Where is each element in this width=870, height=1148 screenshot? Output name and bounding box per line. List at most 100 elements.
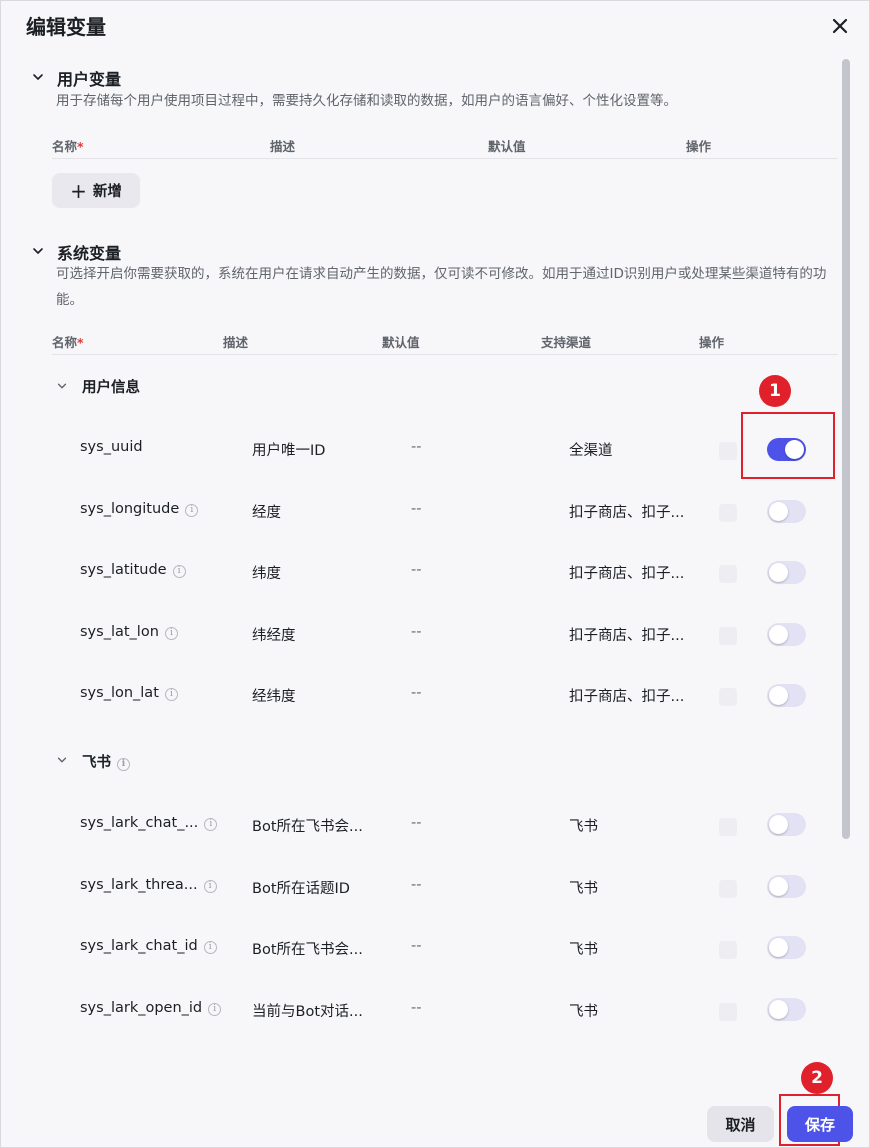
- divider: [52, 158, 838, 159]
- annotation-box-toggle: [741, 412, 835, 479]
- column-header-action: 操作: [686, 139, 712, 154]
- column-header-name: 名称*: [52, 335, 84, 350]
- enable-toggle-sys-lark-open-id[interactable]: [767, 998, 806, 1021]
- variable-channel: 扣子商店、扣子...: [569, 566, 685, 582]
- variable-default: --: [411, 439, 422, 455]
- user-variables-description: 用于存储每个用户使用项目过程中，需要持久化存储和读取的数据，如用户的语言偏好、个…: [56, 93, 677, 109]
- info-icon[interactable]: i: [204, 818, 218, 831]
- variable-name: sys_uuid: [80, 439, 143, 455]
- group-title-user-info: 用户信息: [82, 380, 140, 396]
- variable-desc: 用户唯一ID: [252, 443, 326, 459]
- chevron-down-icon[interactable]: [56, 380, 68, 392]
- toggle-knob: [769, 1000, 788, 1019]
- system-variables-description: 可选择开启你需要获取的，系统在用户在请求自动产生的数据，仅可读不可修改。如用于通…: [56, 266, 827, 308]
- info-icon[interactable]: i: [117, 758, 130, 771]
- dialog-title: 编辑变量: [26, 15, 106, 39]
- toggle-knob: [769, 877, 788, 896]
- edit-variables-dialog: 编辑变量 用户变量 用于存储每个用户使用项目过程中，需要持久化存储和读取的数据，…: [0, 0, 870, 1148]
- column-header-desc: 描述: [270, 139, 296, 154]
- variable-channel: 扣子商店、扣子...: [569, 505, 685, 521]
- variable-channel: 飞书: [569, 881, 598, 897]
- toggle-knob: [769, 625, 788, 644]
- row-checkbox[interactable]: [719, 818, 737, 836]
- annotation-badge-1: 1: [759, 375, 791, 407]
- variable-default: --: [411, 1000, 422, 1016]
- chevron-down-icon[interactable]: [31, 70, 45, 84]
- variable-default: --: [411, 501, 422, 517]
- variable-default: --: [411, 938, 422, 954]
- info-icon[interactable]: i: [203, 941, 217, 954]
- enable-toggle-sys-lark-chat[interactable]: [767, 813, 806, 836]
- variable-default: --: [411, 877, 422, 893]
- row-checkbox[interactable]: [719, 565, 737, 583]
- enable-toggle-sys-lark-thread[interactable]: [767, 875, 806, 898]
- toggle-knob: [769, 815, 788, 834]
- variable-desc: Bot所在飞书会...: [252, 942, 363, 958]
- enable-toggle-sys-longitude[interactable]: [767, 500, 806, 523]
- toggle-knob: [769, 502, 788, 521]
- variable-name: sys_lark_threa... i: [80, 877, 217, 893]
- group-title-lark: 飞书 i: [82, 751, 130, 772]
- variable-name: sys_lark_chat_id i: [80, 938, 217, 954]
- annotation-badge-2: 2: [801, 1062, 833, 1094]
- column-header-desc: 描述: [223, 335, 249, 350]
- variable-name: sys_longitude i: [80, 501, 199, 517]
- user-variables-title: 用户变量: [57, 70, 122, 89]
- variable-desc: 纬度: [252, 566, 281, 582]
- info-icon[interactable]: i: [185, 504, 199, 517]
- enable-toggle-sys-lat-lon[interactable]: [767, 623, 806, 646]
- variable-desc: 经度: [252, 505, 281, 521]
- row-checkbox[interactable]: [719, 627, 737, 645]
- dialog-body[interactable]: 用户变量 用于存储每个用户使用项目过程中，需要持久化存储和读取的数据，如用户的语…: [1, 55, 853, 1041]
- variable-name: sys_lark_open_id i: [80, 1000, 222, 1016]
- variable-default: --: [411, 815, 422, 831]
- info-icon[interactable]: i: [203, 880, 217, 893]
- enable-toggle-sys-lark-chat-id[interactable]: [767, 936, 806, 959]
- info-icon[interactable]: i: [208, 1003, 222, 1016]
- column-header-action: 操作: [699, 335, 725, 350]
- column-header-channel: 支持渠道: [541, 335, 592, 350]
- cancel-button[interactable]: 取消: [707, 1106, 774, 1142]
- variable-channel: 扣子商店、扣子...: [569, 689, 685, 705]
- variable-desc: Bot所在话题ID: [252, 881, 350, 897]
- variable-channel: 全渠道: [569, 443, 613, 459]
- enable-toggle-sys-lon-lat[interactable]: [767, 684, 806, 707]
- info-icon[interactable]: i: [172, 565, 186, 578]
- variable-desc: Bot所在飞书会...: [252, 819, 363, 835]
- row-checkbox[interactable]: [719, 442, 737, 460]
- row-checkbox[interactable]: [719, 880, 737, 898]
- row-checkbox[interactable]: [719, 941, 737, 959]
- column-header-default: 默认值: [382, 335, 420, 350]
- variable-name: sys_lon_lat i: [80, 685, 178, 701]
- chevron-down-icon[interactable]: [31, 244, 45, 258]
- toggle-knob: [769, 686, 788, 705]
- chevron-down-icon[interactable]: [56, 754, 68, 766]
- variable-default: --: [411, 562, 422, 578]
- variable-name: sys_latitude i: [80, 562, 186, 578]
- variable-channel: 飞书: [569, 1004, 598, 1020]
- column-header-name: 名称*: [52, 139, 84, 154]
- divider: [52, 354, 838, 355]
- variable-desc: 纬经度: [252, 628, 296, 644]
- toggle-knob: [769, 938, 788, 957]
- variable-desc: 经纬度: [252, 689, 296, 705]
- row-checkbox[interactable]: [719, 504, 737, 522]
- enable-toggle-sys-latitude[interactable]: [767, 561, 806, 584]
- variable-name: sys_lark_chat_... i: [80, 815, 218, 831]
- add-variable-button[interactable]: + 新增: [52, 173, 140, 208]
- variable-channel: 扣子商店、扣子...: [569, 628, 685, 644]
- variable-default: --: [411, 624, 422, 640]
- variable-default: --: [411, 685, 422, 701]
- plus-icon: +: [70, 178, 87, 203]
- variable-channel: 飞书: [569, 942, 598, 958]
- save-button[interactable]: 保存: [787, 1106, 853, 1142]
- row-checkbox[interactable]: [719, 688, 737, 706]
- variable-name: sys_lat_lon i: [80, 624, 178, 640]
- info-icon[interactable]: i: [164, 627, 178, 640]
- info-icon[interactable]: i: [164, 688, 178, 701]
- close-icon[interactable]: [827, 13, 853, 39]
- variable-channel: 飞书: [569, 819, 598, 835]
- column-header-default: 默认值: [488, 139, 526, 154]
- scrollbar[interactable]: [842, 59, 850, 839]
- row-checkbox[interactable]: [719, 1003, 737, 1021]
